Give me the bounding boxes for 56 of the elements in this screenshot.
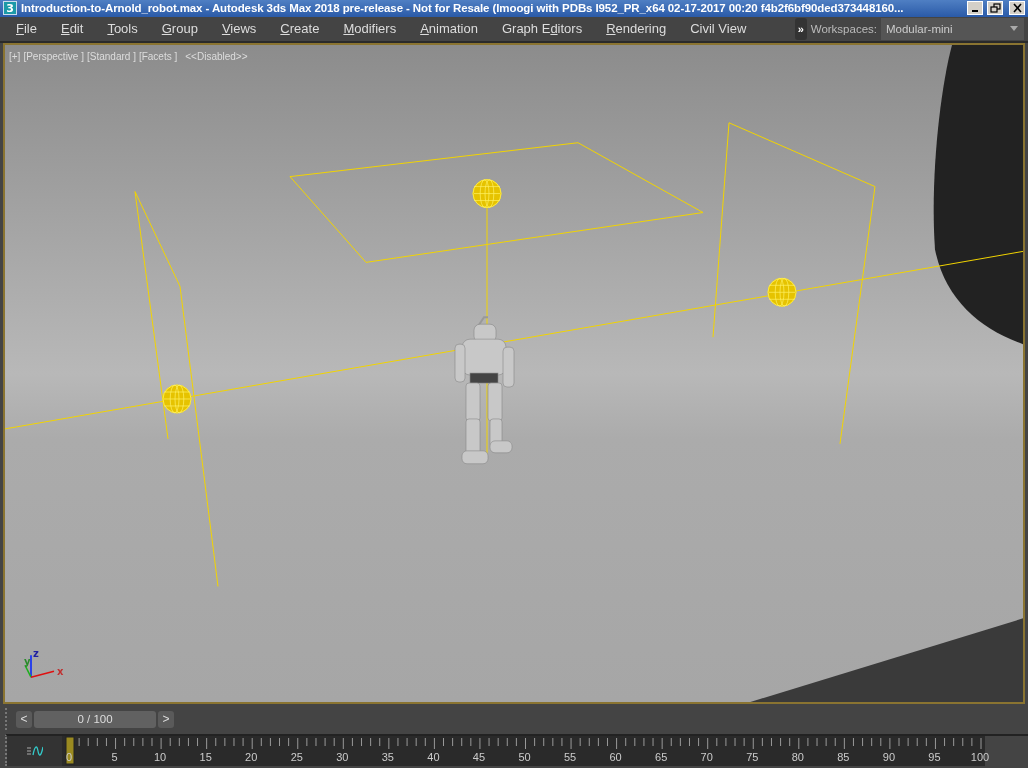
axis-label: x <box>57 666 64 678</box>
frame-number: 30 <box>336 751 349 763</box>
menu-item[interactable]: Graph Editors <box>490 21 594 37</box>
frame-number: 15 <box>199 751 212 763</box>
menu-item[interactable]: Rendering <box>595 21 678 37</box>
menu-item[interactable]: Views <box>210 21 268 37</box>
sphere-light-icon <box>472 179 502 208</box>
axis-label: z <box>33 648 39 660</box>
frame-number: 60 <box>609 751 622 763</box>
frame-number: 35 <box>381 751 394 763</box>
restore-button[interactable] <box>987 1 1003 16</box>
previous-frame-button[interactable]: < <box>16 710 32 728</box>
sphere-light-icon <box>162 384 192 414</box>
frame-number: 75 <box>746 751 759 763</box>
menu-item[interactable]: Edit <box>49 21 95 37</box>
workspaces-dropdown[interactable]: Modular-mini <box>881 17 1024 40</box>
frame-number: 80 <box>791 751 804 763</box>
frame-number: 10 <box>154 751 167 763</box>
frame-number: 65 <box>655 751 668 763</box>
menu-item[interactable]: Civil View <box>679 21 758 37</box>
minimize-button[interactable] <box>967 1 983 16</box>
menu-item[interactable]: Group <box>150 21 209 37</box>
time-slider-thumb[interactable]: 0 / 100 <box>34 710 156 728</box>
restore-icon <box>989 3 1001 14</box>
close-button[interactable] <box>1009 1 1025 16</box>
menu-item[interactable]: File <box>5 21 48 37</box>
current-frame-marker[interactable] <box>65 736 75 765</box>
time-ruler[interactable]: 0 5 10 15 20 25 30 35 40 45 50 55 60 65 70 75 80 85 90 95 100 <box>62 736 1022 766</box>
close-icon <box>1011 3 1023 14</box>
minimize-icon <box>972 10 978 13</box>
axis-label: y <box>24 656 31 668</box>
menu-item[interactable]: Create <box>269 21 331 37</box>
workspaces-label: Workspaces: <box>810 22 877 35</box>
frame-number: 100 <box>970 751 990 763</box>
frame-number: 25 <box>290 751 303 763</box>
app-logo: 3 <box>3 1 17 16</box>
caret-icon <box>1010 26 1018 32</box>
frame-number: 90 <box>882 751 896 763</box>
next-frame-button[interactable]: > <box>158 710 174 728</box>
frame-number: 40 <box>427 751 440 763</box>
frame-number: 20 <box>245 751 258 763</box>
overflow-button[interactable]: » <box>794 17 807 40</box>
menu-item[interactable]: Tools <box>96 21 149 37</box>
frame-number: 0 <box>65 751 73 763</box>
frame-number: 55 <box>563 751 577 763</box>
frame-number: 45 <box>472 751 486 763</box>
frame-number: 50 <box>518 751 531 763</box>
frame-number: 95 <box>928 751 941 763</box>
menu-item[interactable]: Modifiers <box>332 21 408 37</box>
sphere-light-icon <box>767 277 797 307</box>
frame-number: 85 <box>837 751 850 763</box>
menu-item[interactable]: Animation <box>409 21 489 37</box>
window-title: Introduction-to-Arnold_robot.max - Autodesk 3ds Max 2018 pre-release - Not for Resale (Imoogi with PDBs I952_PR_x64 02-17-2017 00:20 f4b2f6bf90ded373448160... <box>21 2 905 15</box>
frame-number: 70 <box>700 751 713 763</box>
frame-number: 5 <box>111 751 118 763</box>
curve-icon <box>26 745 43 757</box>
